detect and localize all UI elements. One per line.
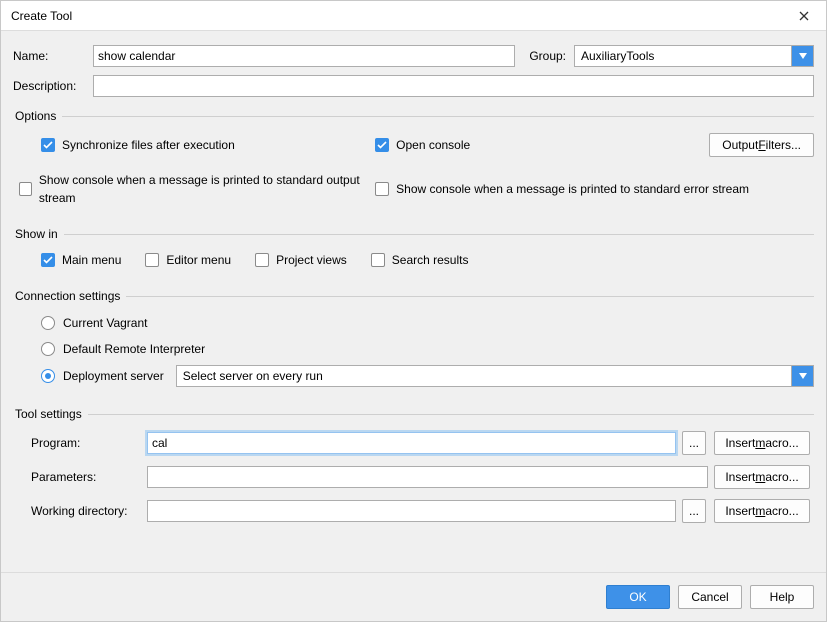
search-results-checkbox[interactable]: Search results <box>371 251 469 269</box>
showin-legend: Show in <box>13 227 64 241</box>
description-input[interactable] <box>93 75 814 97</box>
close-button[interactable] <box>782 1 826 31</box>
options-legend: Options <box>13 109 62 123</box>
default-remote-radio[interactable]: Default Remote Interpreter <box>41 339 814 359</box>
close-icon <box>799 11 809 21</box>
chevron-down-icon <box>791 366 813 386</box>
stderr-checkbox[interactable]: Show console when a message is printed t… <box>375 180 814 198</box>
current-vagrant-radio[interactable]: Current Vagrant <box>41 313 814 333</box>
program-insert-macro-button[interactable]: Insert macro... <box>714 431 810 455</box>
dialog-footer: OK Cancel Help <box>1 572 826 621</box>
connection-legend: Connection settings <box>13 289 126 303</box>
editor-menu-checkbox[interactable]: Editor menu <box>145 251 231 269</box>
output-filters-button[interactable]: Output Filters... <box>709 133 814 157</box>
tool-settings-legend: Tool settings <box>13 407 88 421</box>
deployment-server-combo[interactable]: Select server on every run <box>176 365 814 387</box>
showin-section: Show in Main menu Editor menu Project vi… <box>13 227 814 277</box>
titlebar: Create Tool <box>1 1 826 31</box>
cancel-button[interactable]: Cancel <box>678 585 742 609</box>
name-label: Name: <box>13 49 85 63</box>
stdout-checkbox[interactable]: Show console when a message is printed t… <box>19 171 365 207</box>
working-directory-insert-macro-button[interactable]: Insert macro... <box>714 499 810 523</box>
description-label: Description: <box>13 79 85 93</box>
program-input[interactable] <box>147 432 676 454</box>
deployment-server-radio[interactable]: Deployment server <box>41 366 164 386</box>
open-console-checkbox[interactable]: Open console <box>375 136 699 154</box>
create-tool-dialog: Create Tool Name: Group: AuxiliaryTools … <box>0 0 827 622</box>
connection-section: Connection settings Current Vagrant Defa… <box>13 289 814 395</box>
dialog-content: Name: Group: AuxiliaryTools Description:… <box>1 31 826 572</box>
ok-button[interactable]: OK <box>606 585 670 609</box>
working-directory-label: Working directory: <box>31 504 141 518</box>
stderr-label: Show console when a message is printed t… <box>396 180 749 198</box>
group-combo[interactable]: AuxiliaryTools <box>574 45 814 67</box>
sync-checkbox[interactable]: Synchronize files after execution <box>41 136 365 154</box>
open-console-label: Open console <box>396 136 470 154</box>
parameters-insert-macro-button[interactable]: Insert macro... <box>714 465 810 489</box>
tool-settings-section: Tool settings Program: ... Insert macro.… <box>13 407 814 541</box>
parameters-label: Parameters: <box>31 470 141 484</box>
stdout-label: Show console when a message is printed t… <box>39 171 365 207</box>
options-section: Options Synchronize files after executio… <box>13 109 814 215</box>
program-browse-button[interactable]: ... <box>682 431 706 455</box>
parameters-input[interactable] <box>147 466 708 488</box>
name-input[interactable] <box>93 45 515 67</box>
working-directory-input[interactable] <box>147 500 676 522</box>
window-title: Create Tool <box>11 9 72 23</box>
project-views-checkbox[interactable]: Project views <box>255 251 347 269</box>
help-button[interactable]: Help <box>750 585 814 609</box>
working-directory-browse-button[interactable]: ... <box>682 499 706 523</box>
chevron-down-icon <box>791 46 813 66</box>
program-label: Program: <box>31 436 141 450</box>
sync-label: Synchronize files after execution <box>62 136 235 154</box>
group-combo-value: AuxiliaryTools <box>581 49 654 63</box>
main-menu-checkbox[interactable]: Main menu <box>41 251 121 269</box>
group-label: Group: <box>529 49 566 63</box>
